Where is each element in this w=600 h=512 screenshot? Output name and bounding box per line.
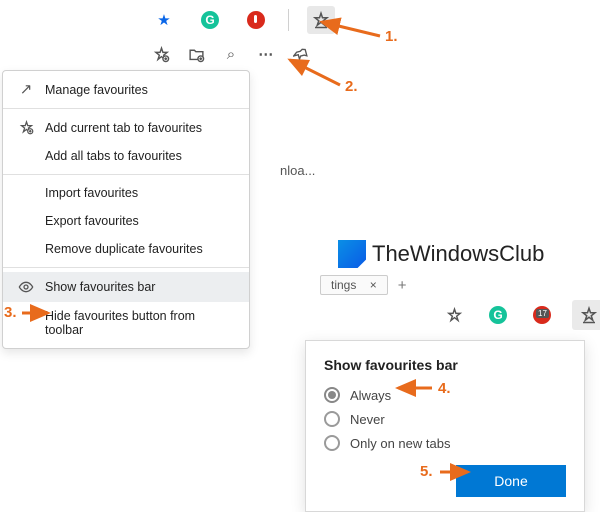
menu-manage-favourites[interactable]: ↗ Manage favourites [3, 75, 249, 104]
menu-import-favourites[interactable]: Import favourites [3, 179, 249, 207]
annotation-1: 1. [385, 28, 398, 45]
menu-item-label: Hide favourites button from toolbar [45, 309, 235, 337]
radio-option-always[interactable]: Always [324, 387, 566, 403]
favourites-list-icon [580, 306, 598, 324]
grammarly-icon: G [489, 306, 507, 324]
menu-item-label: Import favourites [45, 186, 138, 200]
menu-remove-duplicates[interactable]: Remove duplicate favourites [3, 235, 249, 263]
close-icon[interactable]: × [370, 278, 377, 292]
radio-label: Always [350, 388, 391, 403]
menu-item-label: Show favourites bar [45, 280, 155, 294]
favourites-context-menu: ↗ Manage favourites Add current tab to f… [2, 70, 250, 349]
menu-item-label: Remove duplicate favourites [45, 242, 203, 256]
pin-panel-button[interactable] [289, 42, 312, 66]
background-truncated-text: nloa... [280, 163, 315, 178]
address-bar-actions: ★ G [150, 6, 335, 34]
secondary-toolbar: G 17 [440, 300, 600, 330]
brand-logo-text: TheWindowsClub [338, 240, 544, 268]
radio-label: Never [350, 412, 385, 427]
favourites-list-icon [312, 11, 330, 29]
favourites-menu-button[interactable] [307, 6, 335, 34]
star-plus-icon [153, 46, 170, 63]
popup-title: Show favourites bar [324, 357, 566, 373]
menu-divider [3, 108, 249, 109]
ublock-button[interactable] [242, 6, 270, 34]
folder-plus-icon [188, 46, 205, 63]
add-favourite-button[interactable] [150, 42, 173, 66]
menu-divider [3, 267, 249, 268]
menu-item-label: Add all tabs to favourites [45, 149, 182, 163]
ublock-button-2[interactable]: 17 [528, 301, 556, 329]
favourites-panel-toolbar: ⌕ ⋯ [150, 42, 320, 66]
done-button[interactable]: Done [456, 465, 566, 497]
menu-item-label: Add current tab to favourites [45, 121, 202, 135]
badge-count: 17 [536, 309, 549, 318]
grammarly-button[interactable]: G [196, 6, 224, 34]
menu-item-label: Manage favourites [45, 83, 148, 97]
add-folder-button[interactable] [185, 42, 208, 66]
favourite-star-button-2[interactable] [440, 301, 468, 329]
favourite-star-button[interactable]: ★ [150, 6, 178, 34]
search-icon: ⌕ [227, 47, 235, 62]
grammarly-button-2[interactable]: G [484, 301, 512, 329]
menu-add-current-tab[interactable]: Add current tab to favourites [3, 113, 249, 142]
open-external-icon: ↗ [17, 82, 35, 97]
tab-label: tings [331, 278, 356, 292]
favourites-menu-button-2[interactable] [572, 300, 600, 330]
new-tab-button[interactable]: + [398, 277, 407, 294]
ublock-icon [247, 11, 265, 29]
pin-icon [293, 46, 309, 62]
eye-icon [17, 279, 35, 295]
brand-name: TheWindowsClub [372, 241, 544, 267]
tab-strip: tings × + [320, 275, 406, 295]
show-favourites-bar-popup: Show favourites bar Always Never Only on… [305, 340, 585, 512]
menu-divider [3, 174, 249, 175]
radio-icon [324, 411, 340, 427]
menu-add-all-tabs[interactable]: Add all tabs to favourites [3, 142, 249, 170]
more-horizontal-icon: ⋯ [258, 47, 273, 62]
star-plus-icon [17, 120, 35, 135]
menu-item-label: Export favourites [45, 214, 139, 228]
radio-option-never[interactable]: Never [324, 411, 566, 427]
star-plus-icon [446, 307, 463, 324]
star-filled-icon: ★ [157, 13, 170, 28]
radio-option-new-tabs[interactable]: Only on new tabs [324, 435, 566, 451]
annotation-2: 2. [345, 78, 358, 95]
radio-label: Only on new tabs [350, 436, 450, 451]
radio-icon [324, 435, 340, 451]
toolbar-separator [288, 9, 289, 31]
radio-icon [324, 387, 340, 403]
windowsclub-logo-icon [338, 240, 366, 268]
menu-export-favourites[interactable]: Export favourites [3, 207, 249, 235]
more-options-button[interactable]: ⋯ [254, 42, 277, 66]
menu-show-favourites-bar[interactable]: Show favourites bar [3, 272, 249, 302]
search-favourites-button[interactable]: ⌕ [220, 42, 243, 66]
menu-hide-favourites-button[interactable]: Hide favourites button from toolbar [3, 302, 249, 344]
browser-tab[interactable]: tings × [320, 275, 388, 295]
grammarly-icon: G [201, 11, 219, 29]
